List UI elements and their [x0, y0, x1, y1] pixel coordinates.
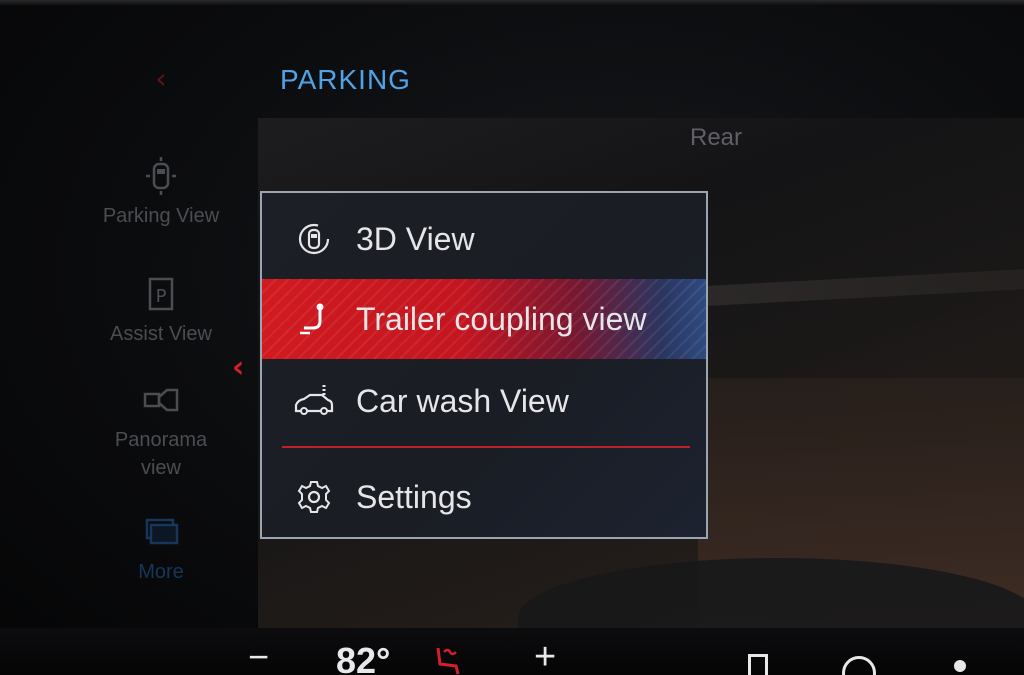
menu-item-label: Car wash View [356, 382, 569, 419]
menu-item-settings[interactable]: Settings [262, 457, 706, 537]
sidebar-item-label: More [138, 561, 184, 583]
chevron-left-icon: ‹ [232, 350, 245, 385]
camera-label: Rear [690, 124, 743, 151]
temperature-increase-button[interactable]: + [534, 636, 556, 675]
gear-icon [294, 477, 334, 517]
menu-item-car-wash-view[interactable]: Car wash View [262, 361, 706, 441]
top-bezel [0, 0, 1024, 6]
temperature-readout: 82° [336, 640, 391, 675]
menu-item-trailer-coupling-view[interactable]: Trailer coupling view [262, 279, 706, 359]
sidebar-item-label-line1: Panorama [114, 429, 208, 451]
chevron-left-icon: ‹ [155, 62, 167, 95]
menu-item-label: Settings [356, 478, 472, 515]
menu-item-label: Trailer coupling view [356, 300, 647, 337]
camera-ceiling-beam [677, 268, 1024, 308]
menu-divider [282, 446, 690, 448]
back-button[interactable]: ‹ [146, 62, 176, 96]
stacked-windows-icon [145, 518, 179, 545]
menu-item-label: 3D View [356, 220, 475, 257]
media-icon[interactable] [954, 660, 966, 672]
parking-p-icon: P [148, 277, 174, 311]
car-wash-icon [294, 381, 334, 421]
menu-item-3d-view[interactable]: 3D View [262, 199, 706, 279]
trailer-hitch-icon [294, 299, 334, 339]
sidebar-item-assist-view[interactable]: P Assist View [86, 274, 236, 348]
phone-icon[interactable] [748, 654, 768, 675]
sidebar-item-more[interactable]: More [86, 512, 236, 586]
camera-icon [143, 388, 179, 412]
heated-seat-button[interactable] [430, 644, 466, 675]
page-title: PARKING [280, 64, 411, 95]
view-options-popup: 3D View Trailer coupling view Car wash V… [260, 191, 708, 539]
sidebar-item-label: Parking View [102, 205, 220, 227]
sidebar-item-parking-view[interactable]: Parking View [86, 156, 236, 230]
svg-text:P: P [156, 286, 167, 307]
heated-seat-icon [436, 647, 460, 675]
car-rotate-icon [294, 219, 334, 259]
sidebar-item-label-line2: view [140, 457, 181, 479]
sidebar-item-label: Assist View [110, 323, 212, 345]
temperature-decrease-button[interactable]: − [248, 636, 269, 675]
infotainment-screen: Rear ‹ PARKING Parking View P Assist Vie… [0, 0, 1024, 675]
sidebar-item-panorama-view[interactable]: Panorama view [86, 380, 236, 482]
car-topdown-icon [146, 157, 176, 195]
